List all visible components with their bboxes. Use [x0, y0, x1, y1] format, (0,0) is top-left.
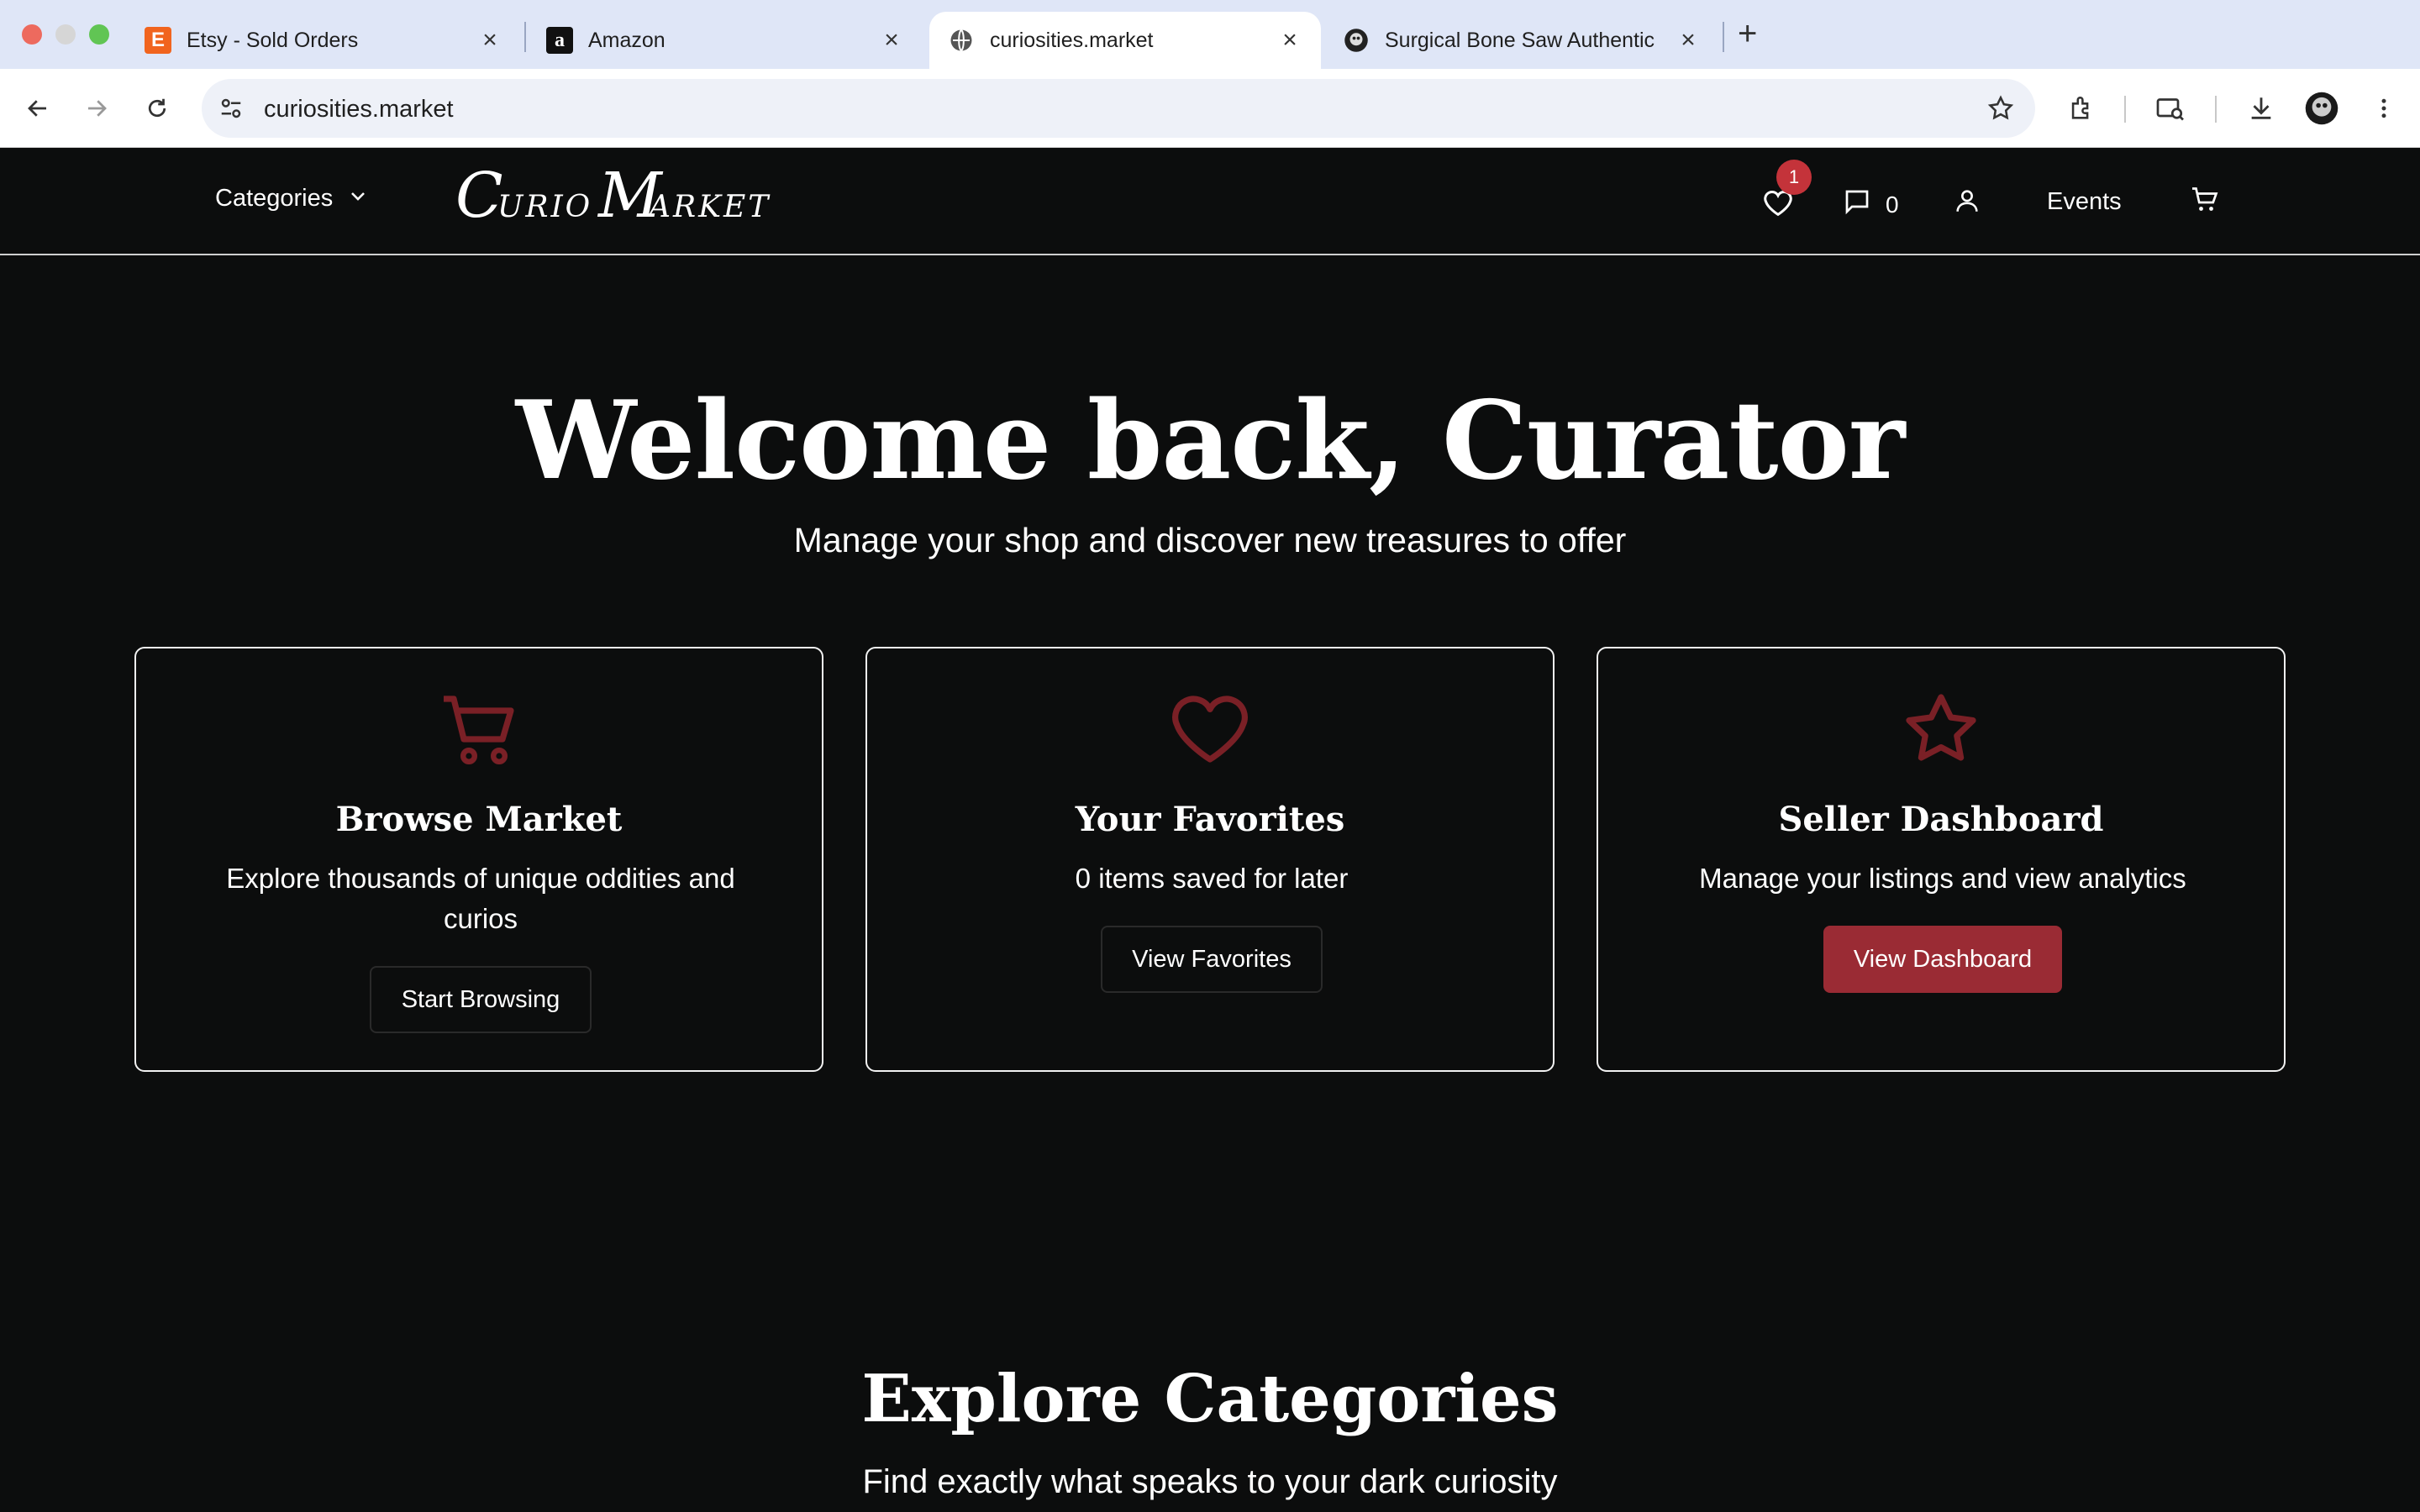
profile-avatar[interactable] [2302, 89, 2341, 128]
view-dashboard-button[interactable]: View Dashboard [1823, 926, 2062, 993]
cart-icon [136, 689, 822, 769]
tab-title: Surgical Bone Saw Authentic [1385, 28, 1655, 52]
account-button[interactable] [1953, 186, 1981, 221]
menu-kebab-icon[interactable] [2365, 89, 2403, 128]
tab-title: Amazon [588, 28, 666, 52]
etsy-favicon-icon: E [145, 27, 171, 54]
page-subtitle: Manage your shop and discover new treasu… [793, 521, 1627, 559]
card-title: Browse Market [335, 800, 623, 839]
star-icon [1598, 689, 2284, 769]
page-title: Welcome back, Curator [515, 378, 1906, 504]
forward-icon[interactable] [77, 89, 116, 128]
section-title: Explore Categories [861, 1361, 1559, 1437]
card-title: Your Favorites [1075, 800, 1345, 839]
browser-tab-strip: E Etsy - Sold Orders × a Amazon × curios… [0, 0, 2420, 69]
tab-close-icon[interactable]: × [477, 26, 502, 55]
tab-close-icon[interactable]: × [879, 26, 904, 55]
tab-separator [1723, 22, 1724, 52]
card-description: Explore thousands of unique oddities and… [226, 863, 735, 934]
card-title: Seller Dashboard [1778, 800, 2104, 839]
browser-toolbar: curiosities.market [0, 69, 2420, 148]
skull-icon [1343, 27, 1370, 54]
bookmark-star-icon[interactable] [1986, 94, 2015, 127]
back-icon[interactable] [18, 89, 57, 128]
curio-market-wordmark: C URIO M ARKET [455, 160, 771, 232]
toolbar-divider [2124, 96, 2126, 123]
section-subtitle: Find exactly what speaks to your dark cu… [862, 1463, 1558, 1500]
extensions-icon[interactable] [2062, 89, 2101, 128]
browser-tab-etsy[interactable]: E Etsy - Sold Orders × [126, 12, 521, 69]
messages-count: 0 [1886, 191, 1899, 218]
heart-icon [867, 689, 1553, 769]
window-close-button[interactable] [22, 24, 42, 45]
browser-tab-bone-saw[interactable]: Surgical Bone Saw Authentic × [1324, 12, 1719, 69]
new-tab-button[interactable]: + [1738, 15, 1757, 53]
view-favorites-button[interactable]: View Favorites [1101, 926, 1323, 993]
window-maximize-button[interactable] [89, 24, 109, 45]
reload-icon[interactable] [138, 89, 176, 128]
svg-text:URIO: URIO [497, 190, 592, 224]
window-minimize-button[interactable] [55, 24, 76, 45]
tab-separator [524, 22, 526, 52]
favorites-count-badge: 1 [1776, 160, 1812, 195]
toolbar-divider [2215, 96, 2217, 123]
site-settings-icon[interactable] [218, 96, 244, 125]
tab-title: curiosities.market [990, 28, 1154, 52]
tab-title: Etsy - Sold Orders [187, 28, 359, 52]
address-bar[interactable]: curiosities.market [202, 79, 2035, 138]
message-icon [1842, 186, 1872, 223]
user-icon [1953, 186, 1981, 221]
cart-button[interactable] [2190, 185, 2220, 221]
browser-tab-curiosities[interactable]: curiosities.market × [929, 12, 1321, 69]
card-description: 0 items saved for later [1075, 863, 1349, 894]
categories-dropdown[interactable]: Categories [215, 185, 368, 213]
categories-label: Categories [215, 185, 334, 212]
card-description: Manage your listings and view analytics [1699, 863, 2186, 894]
site-logo[interactable]: C URIO M ARKET [454, 160, 773, 252]
browser-tab-amazon[interactable]: a Amazon × [528, 12, 923, 69]
favorites-card: Your Favorites 0 items saved for later V… [865, 647, 1555, 1072]
svg-text:ARKET: ARKET [646, 190, 771, 224]
messages-button[interactable]: 0 [1842, 186, 1899, 223]
url-text: curiosities.market [264, 96, 454, 123]
cart-icon [2190, 185, 2220, 221]
browse-market-card: Browse Market Explore thousands of uniqu… [134, 647, 823, 1072]
start-browsing-button[interactable]: Start Browsing [370, 966, 592, 1033]
tab-close-icon[interactable]: × [1676, 26, 1701, 55]
chevron-down-icon [348, 185, 368, 213]
amazon-favicon-icon: a [546, 27, 573, 54]
tab-search-icon[interactable] [2151, 89, 2190, 128]
download-icon[interactable] [2242, 89, 2281, 128]
seller-dashboard-card: Seller Dashboard Manage your listings an… [1597, 647, 2286, 1072]
site-header: Categories C URIO M ARKET 1 0 Events [0, 148, 2420, 255]
tab-close-icon[interactable]: × [1277, 26, 1302, 55]
events-link[interactable]: Events [2047, 188, 2122, 216]
globe-icon [948, 27, 975, 54]
